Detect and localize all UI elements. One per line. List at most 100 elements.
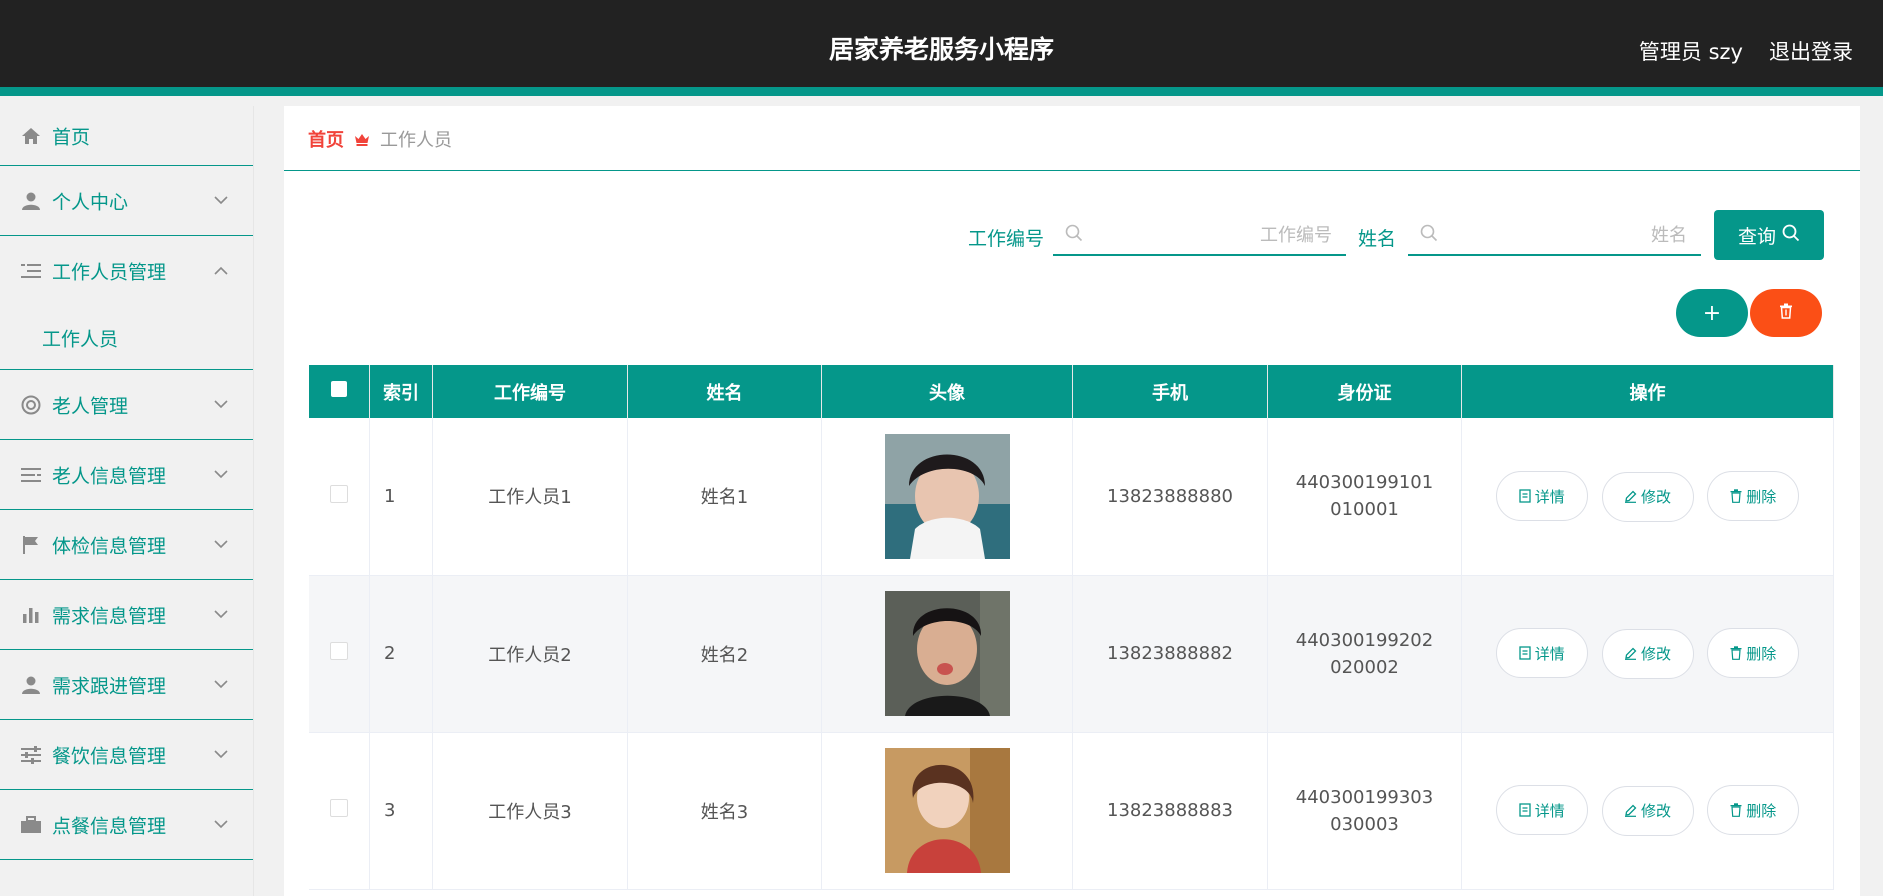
index-cell: 3: [369, 732, 433, 890]
index-cell: 1: [369, 418, 433, 576]
avatar: [884, 591, 1010, 716]
phone-cell: 13823888883: [1072, 732, 1268, 890]
row-checkbox[interactable]: [330, 484, 348, 503]
operations-cell: 详情 修改 删除: [1461, 732, 1834, 890]
delete-label: 删除: [1746, 801, 1777, 820]
breadcrumb: 首页 工作人员: [308, 126, 452, 152]
avatar: [884, 748, 1010, 873]
column-header: 手机: [1072, 365, 1268, 418]
name-cell: 姓名3: [627, 732, 822, 890]
admin-name: 管理员 szy: [1638, 40, 1743, 64]
delete-label: 删除: [1746, 487, 1777, 506]
query-button[interactable]: 查询: [1714, 210, 1824, 260]
logout-button[interactable]: 退出登录: [1769, 36, 1853, 66]
sidebar-item-demand-followup-management[interactable]: 需求跟进管理: [0, 650, 253, 720]
column-header: 操作: [1461, 365, 1834, 418]
breadcrumb-current: 工作人员: [380, 130, 452, 151]
idcard-value: 440300199101010001: [1295, 472, 1434, 521]
name-cell: 姓名2: [627, 575, 822, 733]
staff-code-field: [1053, 212, 1346, 256]
sidebar-item-label: 首页: [52, 126, 91, 148]
row-select-cell: [309, 732, 370, 890]
edit-button[interactable]: 修改: [1601, 785, 1694, 836]
avatar: [884, 433, 1010, 559]
idcard-value: 440300199202020002: [1295, 629, 1434, 678]
edit-label: 修改: [1640, 802, 1671, 821]
sidebar-item-label: 个人中心: [52, 191, 129, 213]
edit-label: 修改: [1640, 645, 1671, 664]
top-bar: 居家养老服务小程序 管理员 szy 退出登录: [0, 0, 1883, 96]
list-icon: [20, 260, 42, 282]
sidebar-item-elder-management[interactable]: 老人管理: [0, 370, 253, 440]
bar-chart-icon: [20, 604, 42, 626]
sidebar-item-personal-center[interactable]: 个人中心: [0, 166, 253, 236]
name-input[interactable]: [1448, 220, 1689, 250]
edit-button[interactable]: 修改: [1601, 471, 1694, 522]
trash-icon: [1730, 489, 1742, 503]
select-all-checkbox[interactable]: [331, 381, 347, 397]
search-bar: 工作编号 姓名 查询: [284, 210, 1860, 260]
row-checkbox[interactable]: [330, 642, 348, 660]
table-row: 3 工作人员3 姓名3 13823888883 4403001993030300…: [309, 732, 1834, 890]
row-checkbox[interactable]: [330, 799, 348, 817]
sidebar-item-elder-info-management[interactable]: 老人信息管理: [0, 440, 253, 510]
detail-label: 详情: [1534, 644, 1565, 663]
detail-label: 详情: [1534, 487, 1565, 506]
sidebar-item-label: 餐饮信息管理: [52, 745, 167, 767]
delete-button[interactable]: 删除: [1707, 628, 1800, 679]
chevron-down-icon: [214, 537, 228, 553]
trash-icon: [1730, 646, 1742, 661]
idcard-cell: 440300199101010001: [1267, 418, 1462, 576]
add-button[interactable]: +: [1676, 289, 1748, 337]
sidebar-item-catering-info-management[interactable]: 餐饮信息管理: [0, 720, 253, 790]
pencil-icon: [1624, 647, 1637, 661]
sidebar-item-label: 需求跟进管理: [52, 675, 167, 697]
edit-button[interactable]: 修改: [1601, 628, 1694, 679]
staff-code-input[interactable]: [1093, 220, 1334, 250]
edit-label: 修改: [1640, 488, 1671, 506]
sidebar-item-demand-info-management[interactable]: 需求信息管理: [0, 580, 253, 650]
document-icon: [1519, 489, 1531, 503]
staff-code-label: 工作编号: [968, 228, 1045, 250]
sidebar-item-label: 工作人员管理: [52, 261, 167, 284]
user-icon: [20, 674, 42, 696]
search-icon: [1420, 224, 1438, 246]
breadcrumb-divider: [284, 170, 1860, 171]
column-header: 姓名: [627, 365, 822, 418]
row-select-cell: [309, 418, 370, 576]
delete-label: 删除: [1746, 644, 1777, 663]
trash-icon: [1779, 303, 1793, 323]
chevron-down-icon: [214, 193, 228, 209]
operations-cell: 详情 修改 删除: [1461, 575, 1834, 733]
sidebar-item-label: 老人信息管理: [52, 465, 167, 487]
detail-button[interactable]: 详情: [1495, 785, 1588, 836]
table-row: 1 工作人员1 姓名1 13823888880 4403001991010100…: [309, 418, 1834, 576]
home-icon: [20, 125, 42, 147]
sidebar-item-staff-management[interactable]: 工作人员管理: [0, 236, 253, 306]
main-content: 首页 工作人员 工作编号 姓名 查询 +: [284, 106, 1860, 896]
menu-icon: [20, 464, 42, 486]
breadcrumb-home-link[interactable]: 首页: [308, 126, 344, 152]
sidebar-item-order-info-management[interactable]: 点餐信息管理: [0, 790, 253, 860]
avatar-cell: [821, 732, 1073, 890]
column-header: 工作编号: [432, 365, 628, 418]
sidebar-item-home[interactable]: 首页: [0, 106, 253, 166]
row-select-cell: [309, 575, 370, 733]
document-icon: [1519, 803, 1531, 817]
sidebar-subitem-staff[interactable]: 工作人员: [0, 306, 253, 370]
name-label: 姓名: [1358, 228, 1397, 250]
lifebuoy-icon: [20, 394, 42, 416]
sidebar-item-checkup-info-management[interactable]: 体检信息管理: [0, 510, 253, 580]
delete-button[interactable]: 删除: [1707, 471, 1800, 521]
detail-button[interactable]: 详情: [1495, 471, 1588, 521]
plus-icon: +: [1702, 300, 1722, 326]
query-button-label: 查询: [1737, 225, 1776, 248]
delete-button[interactable]: 删除: [1707, 785, 1800, 836]
name-cell: 姓名1: [627, 418, 822, 576]
detail-button[interactable]: 详情: [1495, 628, 1588, 679]
flag-icon: [20, 534, 42, 556]
batch-delete-button[interactable]: [1750, 289, 1822, 337]
idcard-cell: 440300199202020002: [1267, 575, 1462, 733]
chevron-up-icon: [214, 263, 228, 279]
sidebar-item-label: 点餐信息管理: [52, 815, 167, 837]
